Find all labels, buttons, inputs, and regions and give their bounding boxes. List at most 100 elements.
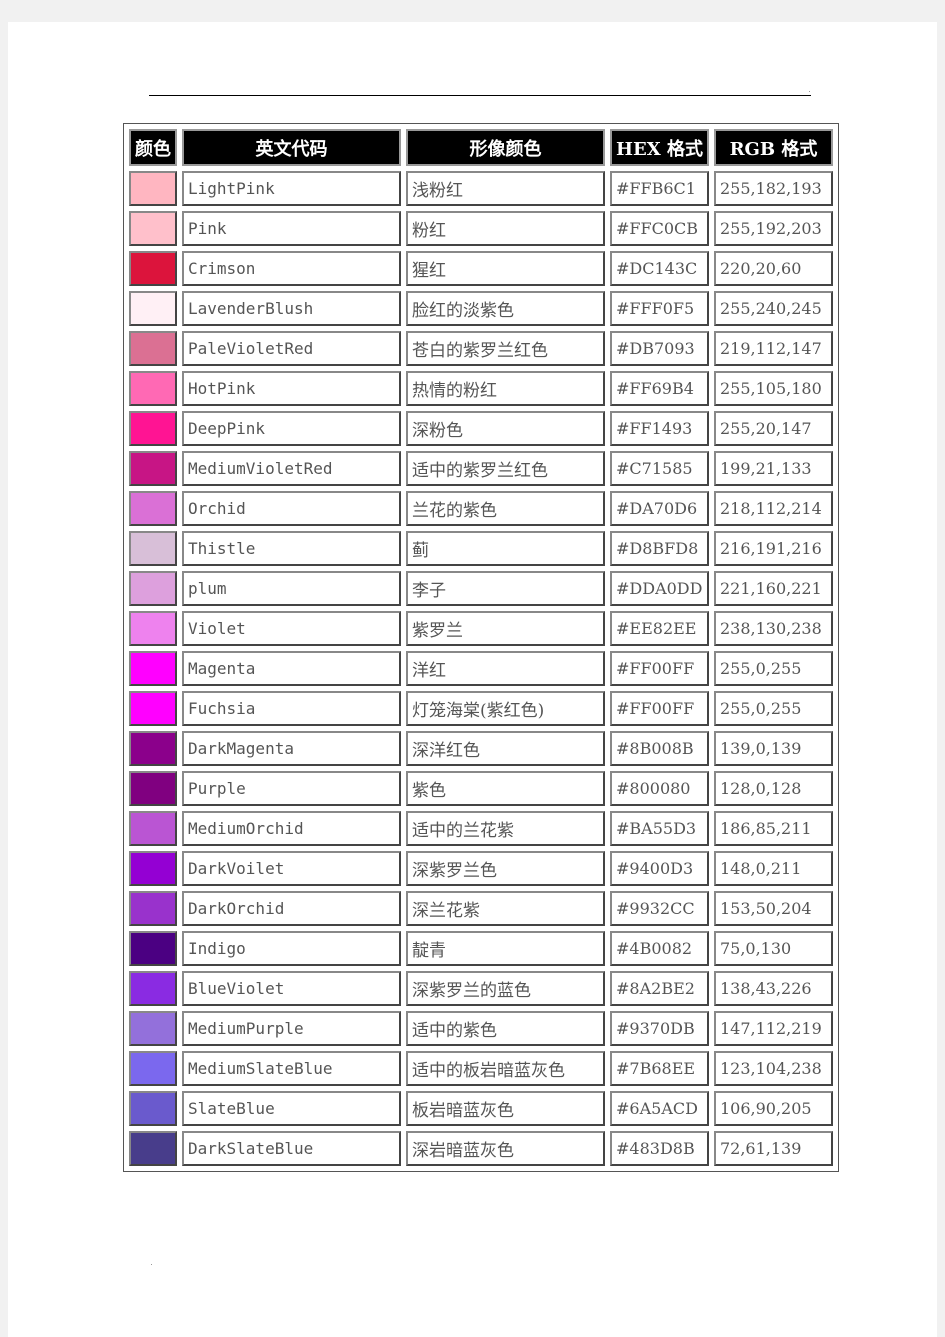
color-chinese-name: 紫色 xyxy=(406,771,605,806)
color-swatch xyxy=(129,451,177,486)
color-english-name: MediumSlateBlue xyxy=(182,1051,401,1086)
color-chinese-name: 靛青 xyxy=(406,931,605,966)
table-row: LavenderBlush 脸红的淡紫色 #FFF0F5 255,240,245 xyxy=(129,291,833,326)
color-hex: #BA55D3 xyxy=(610,811,709,846)
color-chinese-name: 苍白的紫罗兰红色 xyxy=(406,331,605,366)
color-english-name: Pink xyxy=(182,211,401,246)
color-hex: #FF69B4 xyxy=(610,371,709,406)
color-rgb: 219,112,147 xyxy=(713,331,833,366)
color-english-name: Thistle xyxy=(182,531,401,566)
table-row: Fuchsia 灯笼海棠(紫红色) #FF00FF 255,0,255 xyxy=(129,691,833,726)
table-row: Orchid 兰花的紫色 #DA70D6 218,112,214 xyxy=(129,491,833,526)
color-rgb: 221,160,221 xyxy=(713,571,833,606)
color-hex: #EE82EE xyxy=(610,611,709,646)
color-rgb: 216,191,216 xyxy=(713,531,833,566)
color-hex: #FF1493 xyxy=(610,411,709,446)
color-english-name: MediumOrchid xyxy=(182,811,401,846)
color-rgb: 148,0,211 xyxy=(713,851,833,886)
color-english-name: MediumVioletRed xyxy=(182,451,401,486)
color-rgb: 255,240,245 xyxy=(713,291,833,326)
color-chinese-name: 适中的兰花紫 xyxy=(406,811,605,846)
color-hex: #8B008B xyxy=(610,731,709,766)
header-rule xyxy=(149,95,811,96)
color-rgb: 106,90,205 xyxy=(713,1091,833,1126)
color-hex: #FFF0F5 xyxy=(610,291,709,326)
table-row: DarkVoilet 深紫罗兰色 #9400D3 148,0,211 xyxy=(129,851,833,886)
table-row: HotPink 热情的粉红 #FF69B4 255,105,180 xyxy=(129,371,833,406)
dot xyxy=(809,91,810,92)
color-rgb: 128,0,128 xyxy=(713,771,833,806)
color-rgb: 255,0,255 xyxy=(713,651,833,686)
color-rgb: 255,0,255 xyxy=(713,691,833,726)
header-color: 颜色 xyxy=(129,129,177,166)
color-chinese-name: 板岩暗蓝灰色 xyxy=(406,1091,605,1126)
color-swatch xyxy=(129,1051,177,1086)
color-english-name: DarkSlateBlue xyxy=(182,1131,401,1166)
color-chinese-name: 猩红 xyxy=(406,251,605,286)
color-english-name: Orchid xyxy=(182,491,401,526)
color-english-name: BlueViolet xyxy=(182,971,401,1006)
color-chinese-name: 深紫罗兰色 xyxy=(406,851,605,886)
color-english-name: plum xyxy=(182,571,401,606)
color-hex: #9400D3 xyxy=(610,851,709,886)
color-swatch xyxy=(129,931,177,966)
table-row: LightPink 浅粉红 #FFB6C1 255,182,193 xyxy=(129,171,833,206)
color-hex: #483D8B xyxy=(610,1131,709,1166)
color-english-name: Crimson xyxy=(182,251,401,286)
table-row: MediumOrchid 适中的兰花紫 #BA55D3 186,85,211 xyxy=(129,811,833,846)
color-hex: #FF00FF xyxy=(610,651,709,686)
color-chinese-name: 适中的板岩暗蓝灰色 xyxy=(406,1051,605,1086)
color-rgb: 255,105,180 xyxy=(713,371,833,406)
table-row: Violet 紫罗兰 #EE82EE 238,130,238 xyxy=(129,611,833,646)
table-row: MediumPurple 适中的紫色 #9370DB 147,112,219 xyxy=(129,1011,833,1046)
color-swatch xyxy=(129,611,177,646)
color-english-name: HotPink xyxy=(182,371,401,406)
color-rgb: 255,192,203 xyxy=(713,211,833,246)
color-swatch xyxy=(129,331,177,366)
color-english-name: LavenderBlush xyxy=(182,291,401,326)
color-chinese-name: 浅粉红 xyxy=(406,171,605,206)
color-hex: #6A5ACD xyxy=(610,1091,709,1126)
color-chinese-name: 灯笼海棠(紫红色) xyxy=(406,691,605,726)
color-chinese-name: 热情的粉红 xyxy=(406,371,605,406)
color-english-name: DarkVoilet xyxy=(182,851,401,886)
color-rgb: 147,112,219 xyxy=(713,1011,833,1046)
color-chinese-name: 李子 xyxy=(406,571,605,606)
table-row: SlateBlue 板岩暗蓝灰色 #6A5ACD 106,90,205 xyxy=(129,1091,833,1126)
color-rgb: 199,21,133 xyxy=(713,451,833,486)
color-hex: #7B68EE xyxy=(610,1051,709,1086)
table-row: DarkMagenta 深洋红色 #8B008B 139,0,139 xyxy=(129,731,833,766)
table-row: Magenta 洋红 #FF00FF 255,0,255 xyxy=(129,651,833,686)
table-row: PaleVioletRed 苍白的紫罗兰红色 #DB7093 219,112,147 xyxy=(129,331,833,366)
header-row: 颜色 英文代码 形像颜色 HEX 格式 RGB 格式 xyxy=(129,129,833,166)
color-english-name: LightPink xyxy=(182,171,401,206)
color-hex: #C71585 xyxy=(610,451,709,486)
color-english-name: SlateBlue xyxy=(182,1091,401,1126)
color-swatch xyxy=(129,291,177,326)
color-rgb: 138,43,226 xyxy=(713,971,833,1006)
color-rgb: 153,50,204 xyxy=(713,891,833,926)
color-english-name: Purple xyxy=(182,771,401,806)
header-rgb: RGB 格式 xyxy=(713,129,833,166)
table-row: MediumSlateBlue 适中的板岩暗蓝灰色 #7B68EE 123,104,2… xyxy=(129,1051,833,1086)
table-row: DarkOrchid 深兰花紫 #9932CC 153,50,204 xyxy=(129,891,833,926)
color-swatch xyxy=(129,531,177,566)
color-rgb: 186,85,211 xyxy=(713,811,833,846)
color-hex: #FF00FF xyxy=(610,691,709,726)
color-swatch xyxy=(129,891,177,926)
color-english-name: Indigo xyxy=(182,931,401,966)
color-swatch xyxy=(129,1011,177,1046)
color-chinese-name: 深紫罗兰的蓝色 xyxy=(406,971,605,1006)
color-rgb: 220,20,60 xyxy=(713,251,833,286)
color-swatch xyxy=(129,371,177,406)
color-swatch xyxy=(129,211,177,246)
table-row: Indigo 靛青 #4B0082 75,0,130 xyxy=(129,931,833,966)
header-hex: HEX 格式 xyxy=(610,129,709,166)
table-row: Pink 粉红 #FFC0CB 255,192,203 xyxy=(129,211,833,246)
color-english-name: Violet xyxy=(182,611,401,646)
color-swatch xyxy=(129,691,177,726)
color-hex: #DA70D6 xyxy=(610,491,709,526)
table-row: plum 李子 #DDA0DD 221,160,221 xyxy=(129,571,833,606)
color-hex: #800080 xyxy=(610,771,709,806)
color-swatch xyxy=(129,1091,177,1126)
